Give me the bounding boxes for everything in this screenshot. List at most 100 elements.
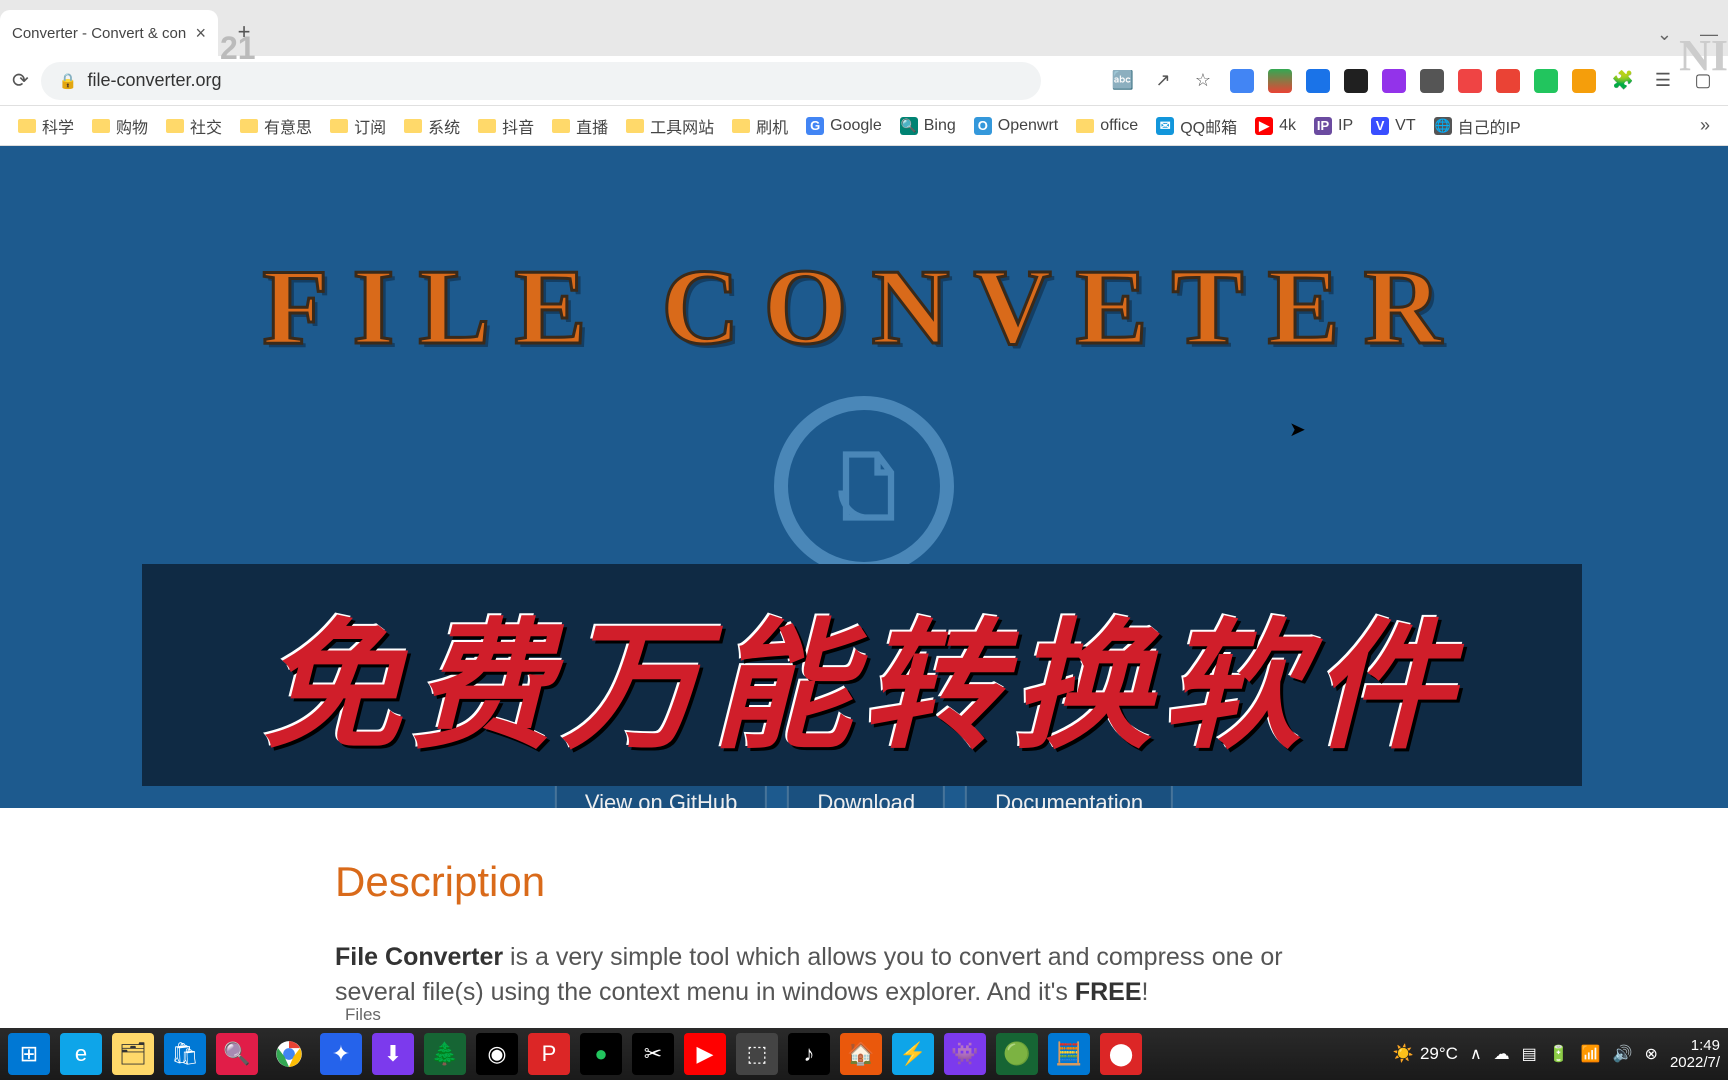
folder-icon <box>626 119 644 133</box>
taskbar-clock[interactable]: 1:49 2022/7/ <box>1670 1037 1720 1072</box>
bookmark-item[interactable]: 购物 <box>92 114 148 138</box>
volume-icon[interactable]: 🔊 <box>1613 1044 1633 1064</box>
powerpoint-icon[interactable]: P <box>528 1033 570 1075</box>
lock-icon: 🔒 <box>59 72 78 90</box>
folder-icon <box>732 119 750 133</box>
folder-icon <box>330 119 348 133</box>
start-button[interactable]: ⊞ <box>8 1033 50 1075</box>
description-section: Description File Converter is a very sim… <box>0 808 1728 1010</box>
site-icon: IP <box>1314 117 1332 135</box>
tiktok-icon[interactable]: ♪ <box>788 1033 830 1075</box>
obs-icon[interactable]: ◉ <box>476 1033 518 1075</box>
tray-icon[interactable]: ⊗ <box>1645 1044 1658 1064</box>
folder-icon <box>478 119 496 133</box>
extension-icon[interactable] <box>1230 69 1254 93</box>
extension-icon[interactable] <box>1496 69 1520 93</box>
extension-icon[interactable] <box>1382 69 1406 93</box>
reading-list-icon[interactable]: ☰ <box>1650 68 1676 94</box>
bookmarks-overflow[interactable]: » <box>1700 115 1710 136</box>
folder-icon <box>18 119 36 133</box>
app-icon[interactable]: 🟢 <box>996 1033 1038 1075</box>
bookmark-item[interactable]: ✉QQ邮箱 <box>1156 114 1237 138</box>
bookmark-item[interactable]: 🌐自己的IP <box>1434 114 1521 138</box>
site-icon: ▶ <box>1255 117 1273 135</box>
app-icon[interactable]: ✦ <box>320 1033 362 1075</box>
reload-icon[interactable]: ⟳ <box>12 68 29 93</box>
bookmark-item[interactable]: 直播 <box>552 114 608 138</box>
bookmark-item[interactable]: office <box>1076 117 1138 135</box>
app-icon[interactable]: ⬇ <box>372 1033 414 1075</box>
bookmark-item[interactable]: IPIP <box>1314 117 1353 135</box>
site-icon: V <box>1371 117 1389 135</box>
overlay-chinese-text: 免费万能转换软件 <box>262 574 1462 776</box>
chrome-icon[interactable] <box>268 1033 310 1075</box>
site-icon: O <box>974 117 992 135</box>
share-icon[interactable]: ↗ <box>1150 68 1176 94</box>
desc-bold-appname: File Converter <box>335 943 503 971</box>
chevron-down-icon[interactable]: ⌄ <box>1657 24 1672 45</box>
bookmark-item[interactable]: 有意思 <box>240 114 312 138</box>
bookmark-item[interactable]: 🔍Bing <box>900 117 956 135</box>
browser-tabstrip: 21 Converter - Convert & con × + ⌄ — NI <box>0 0 1728 56</box>
extension-icon[interactable] <box>1572 69 1596 93</box>
onedrive-icon[interactable]: ☁ <box>1494 1044 1510 1064</box>
tab-title: Converter - Convert & con <box>12 25 187 42</box>
folder-icon <box>1076 119 1094 133</box>
calculator-icon[interactable]: 🧮 <box>1048 1033 1090 1075</box>
sun-icon: ☀️ <box>1393 1044 1414 1064</box>
store-icon[interactable]: 🛍 <box>164 1033 206 1075</box>
extension-icon[interactable] <box>1268 69 1292 93</box>
url-text: file-converter.org <box>87 70 221 91</box>
extensions-puzzle-icon[interactable]: 🧩 <box>1610 68 1636 94</box>
site-icon: G <box>806 117 824 135</box>
bookmark-item[interactable]: OOpenwrt <box>974 117 1058 135</box>
desc-bold-free: FREE <box>1075 978 1142 1006</box>
bookmark-item[interactable]: 系统 <box>404 114 460 138</box>
bookmark-item[interactable]: 科学 <box>18 114 74 138</box>
cursor-icon: ➤ <box>1289 417 1306 442</box>
extension-icon[interactable] <box>1344 69 1368 93</box>
edge-icon[interactable]: e <box>60 1033 102 1075</box>
extension-icon[interactable] <box>1306 69 1330 93</box>
address-bar: ⟳ 🔒 file-converter.org 🔤 ↗ ☆ 🧩 ☰ ▢ <box>0 56 1728 106</box>
browser-tab[interactable]: Converter - Convert & con × <box>0 10 218 56</box>
files-label: Files <box>345 1005 381 1025</box>
app-icon[interactable]: ⚡ <box>892 1033 934 1075</box>
bookmark-item[interactable]: 抖音 <box>478 114 534 138</box>
extension-icon[interactable] <box>1420 69 1444 93</box>
bookmark-item[interactable]: ▶4k <box>1255 117 1296 135</box>
app-icon[interactable]: ⬚ <box>736 1033 778 1075</box>
tray-icon[interactable]: ▤ <box>1522 1044 1537 1064</box>
app-icon[interactable]: 👾 <box>944 1033 986 1075</box>
weather-widget[interactable]: ☀️ 29°C <box>1393 1044 1458 1064</box>
bookmark-item[interactable]: 社交 <box>166 114 222 138</box>
windows-taskbar: ⊞ e 🗂 🛍 🔍 ✦ ⬇ 🌲 ◉ P ● ✂ ▶ ⬚ ♪ 🏠 ⚡ 👾 🟢 🧮 … <box>0 1028 1728 1080</box>
search-icon[interactable]: 🔍 <box>216 1033 258 1075</box>
bookmark-item[interactable]: GGoogle <box>806 117 882 135</box>
bookmark-item[interactable]: 刷机 <box>732 114 788 138</box>
bookmark-item[interactable]: VVT <box>1371 117 1415 135</box>
explorer-icon[interactable]: 🗂 <box>112 1033 154 1075</box>
site-icon: ✉ <box>1156 117 1174 135</box>
folder-icon <box>552 119 570 133</box>
tray-chevron-icon[interactable]: ∧ <box>1470 1044 1482 1064</box>
translate-icon[interactable]: 🔤 <box>1110 68 1136 94</box>
youtube-icon[interactable]: ▶ <box>684 1033 726 1075</box>
bookmark-item[interactable]: 工具网站 <box>626 114 714 138</box>
app-icon[interactable]: ● <box>580 1033 622 1075</box>
app-icon[interactable]: 🏠 <box>840 1033 882 1075</box>
wifi-icon[interactable]: 📶 <box>1581 1044 1601 1064</box>
extension-icon[interactable] <box>1458 69 1482 93</box>
bookmark-star-icon[interactable]: ☆ <box>1190 68 1216 94</box>
overlay-banner: 免费万能转换软件 <box>142 564 1582 786</box>
record-icon[interactable]: ⬤ <box>1100 1033 1142 1075</box>
close-icon[interactable]: × <box>195 23 206 44</box>
extension-icon[interactable] <box>1534 69 1558 93</box>
app-icon[interactable]: 🌲 <box>424 1033 466 1075</box>
folder-icon <box>240 119 258 133</box>
capcut-icon[interactable]: ✂ <box>632 1033 674 1075</box>
url-input[interactable]: 🔒 file-converter.org <box>41 62 1041 100</box>
battery-icon[interactable]: 🔋 <box>1549 1044 1569 1064</box>
app-logo-icon <box>774 396 954 576</box>
bookmark-item[interactable]: 订阅 <box>330 114 386 138</box>
